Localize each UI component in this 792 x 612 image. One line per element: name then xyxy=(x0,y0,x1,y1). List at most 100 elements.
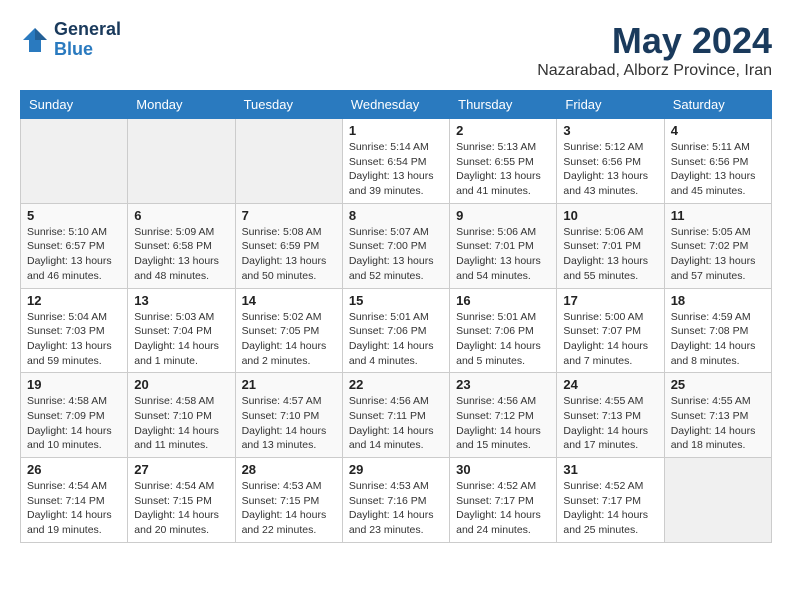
calendar-cell: 6Sunrise: 5:09 AM Sunset: 6:58 PM Daylig… xyxy=(128,203,235,288)
logo: General Blue xyxy=(20,20,121,60)
day-info: Sunrise: 5:02 AM Sunset: 7:05 PM Dayligh… xyxy=(242,310,336,369)
day-number: 23 xyxy=(456,377,550,392)
calendar-cell: 25Sunrise: 4:55 AM Sunset: 7:13 PM Dayli… xyxy=(664,373,771,458)
day-number: 14 xyxy=(242,293,336,308)
weekday-header-tuesday: Tuesday xyxy=(235,91,342,119)
day-info: Sunrise: 4:58 AM Sunset: 7:09 PM Dayligh… xyxy=(27,394,121,453)
title-block: May 2024 Nazarabad, Alborz Province, Ira… xyxy=(537,20,772,80)
weekday-header-saturday: Saturday xyxy=(664,91,771,119)
day-info: Sunrise: 5:06 AM Sunset: 7:01 PM Dayligh… xyxy=(456,225,550,284)
calendar-cell: 3 Sunrise: 5:12 AM Sunset: 6:56 PM Daylig… xyxy=(557,119,664,204)
day-number: 12 xyxy=(27,293,121,308)
weekday-header-row: SundayMondayTuesdayWednesdayThursdayFrid… xyxy=(21,91,772,119)
day-number: 11 xyxy=(671,208,765,223)
day-number: 22 xyxy=(349,377,443,392)
calendar-cell: 23 Sunrise: 4:56 AM Sunset: 7:12 PM Dayli… xyxy=(450,373,557,458)
day-info: Sunrise: 5:14 AM Sunset: 6:54 PM Dayligh… xyxy=(349,140,443,199)
calendar-cell: 21 Sunrise: 4:57 AM Sunset: 7:10 PM Dayli… xyxy=(235,373,342,458)
weekday-header-friday: Friday xyxy=(557,91,664,119)
day-number: 13 xyxy=(134,293,228,308)
calendar-week-3: 12 Sunrise: 5:04 AM Sunset: 7:03 PM Dayli… xyxy=(21,288,772,373)
calendar-week-1: 1 Sunrise: 5:14 AM Sunset: 6:54 PM Daylig… xyxy=(21,119,772,204)
day-number: 18 xyxy=(671,293,765,308)
day-info: Sunrise: 4:56 AM Sunset: 7:12 PM Dayligh… xyxy=(456,394,550,453)
day-info: Sunrise: 5:03 AM Sunset: 7:04 PM Dayligh… xyxy=(134,310,228,369)
calendar-cell: 24Sunrise: 4:55 AM Sunset: 7:13 PM Dayli… xyxy=(557,373,664,458)
day-number: 17 xyxy=(563,293,657,308)
calendar-cell: 14 Sunrise: 5:02 AM Sunset: 7:05 PM Dayli… xyxy=(235,288,342,373)
day-number: 3 xyxy=(563,123,657,138)
calendar-cell xyxy=(235,119,342,204)
day-number: 26 xyxy=(27,462,121,477)
day-info: Sunrise: 4:59 AM Sunset: 7:08 PM Dayligh… xyxy=(671,310,765,369)
day-number: 19 xyxy=(27,377,121,392)
calendar-cell: 9 Sunrise: 5:06 AM Sunset: 7:01 PM Daylig… xyxy=(450,203,557,288)
day-number: 21 xyxy=(242,377,336,392)
day-info: Sunrise: 4:58 AM Sunset: 7:10 PM Dayligh… xyxy=(134,394,228,453)
day-number: 31 xyxy=(563,462,657,477)
calendar-cell: 4 Sunrise: 5:11 AM Sunset: 6:56 PM Daylig… xyxy=(664,119,771,204)
calendar-cell: 27 Sunrise: 4:54 AM Sunset: 7:15 PM Dayli… xyxy=(128,458,235,543)
day-number: 29 xyxy=(349,462,443,477)
day-info: Sunrise: 4:52 AM Sunset: 7:17 PM Dayligh… xyxy=(563,479,657,538)
weekday-header-wednesday: Wednesday xyxy=(342,91,449,119)
calendar-cell xyxy=(128,119,235,204)
day-info: Sunrise: 4:53 AM Sunset: 7:16 PM Dayligh… xyxy=(349,479,443,538)
day-number: 2 xyxy=(456,123,550,138)
day-info: Sunrise: 5:05 AM Sunset: 7:02 PM Dayligh… xyxy=(671,225,765,284)
day-info: Sunrise: 4:55 AM Sunset: 7:13 PM Dayligh… xyxy=(563,394,657,453)
page-header: General Blue May 2024 Nazarabad, Alborz … xyxy=(20,20,772,80)
calendar-cell: 28Sunrise: 4:53 AM Sunset: 7:15 PM Dayli… xyxy=(235,458,342,543)
day-number: 1 xyxy=(349,123,443,138)
calendar-cell: 12 Sunrise: 5:04 AM Sunset: 7:03 PM Dayli… xyxy=(21,288,128,373)
day-number: 30 xyxy=(456,462,550,477)
day-info: Sunrise: 5:06 AM Sunset: 7:01 PM Dayligh… xyxy=(563,225,657,284)
calendar-cell: 16 Sunrise: 5:01 AM Sunset: 7:06 PM Dayli… xyxy=(450,288,557,373)
day-number: 8 xyxy=(349,208,443,223)
day-number: 4 xyxy=(671,123,765,138)
day-info: Sunrise: 5:12 AM Sunset: 6:56 PM Dayligh… xyxy=(563,140,657,199)
calendar-cell xyxy=(664,458,771,543)
day-number: 15 xyxy=(349,293,443,308)
day-info: Sunrise: 4:56 AM Sunset: 7:11 PM Dayligh… xyxy=(349,394,443,453)
day-info: Sunrise: 4:55 AM Sunset: 7:13 PM Dayligh… xyxy=(671,394,765,453)
day-info: Sunrise: 4:54 AM Sunset: 7:15 PM Dayligh… xyxy=(134,479,228,538)
day-number: 28 xyxy=(242,462,336,477)
calendar-cell: 2Sunrise: 5:13 AM Sunset: 6:55 PM Daylig… xyxy=(450,119,557,204)
day-number: 5 xyxy=(27,208,121,223)
calendar-cell: 20 Sunrise: 4:58 AM Sunset: 7:10 PM Dayli… xyxy=(128,373,235,458)
day-info: Sunrise: 5:01 AM Sunset: 7:06 PM Dayligh… xyxy=(456,310,550,369)
calendar-cell: 1 Sunrise: 5:14 AM Sunset: 6:54 PM Daylig… xyxy=(342,119,449,204)
day-info: Sunrise: 4:57 AM Sunset: 7:10 PM Dayligh… xyxy=(242,394,336,453)
day-info: Sunrise: 5:01 AM Sunset: 7:06 PM Dayligh… xyxy=(349,310,443,369)
calendar-cell xyxy=(21,119,128,204)
calendar-cell: 15 Sunrise: 5:01 AM Sunset: 7:06 PM Dayli… xyxy=(342,288,449,373)
day-number: 7 xyxy=(242,208,336,223)
day-info: Sunrise: 5:04 AM Sunset: 7:03 PM Dayligh… xyxy=(27,310,121,369)
calendar-cell: 29 Sunrise: 4:53 AM Sunset: 7:16 PM Dayli… xyxy=(342,458,449,543)
day-number: 9 xyxy=(456,208,550,223)
calendar-cell: 19 Sunrise: 4:58 AM Sunset: 7:09 PM Dayli… xyxy=(21,373,128,458)
day-info: Sunrise: 5:07 AM Sunset: 7:00 PM Dayligh… xyxy=(349,225,443,284)
logo-text: General Blue xyxy=(54,20,121,60)
calendar-cell: 10Sunrise: 5:06 AM Sunset: 7:01 PM Dayli… xyxy=(557,203,664,288)
calendar-cell: 13 Sunrise: 5:03 AM Sunset: 7:04 PM Dayli… xyxy=(128,288,235,373)
location-title: Nazarabad, Alborz Province, Iran xyxy=(537,62,772,80)
calendar-cell: 17Sunrise: 5:00 AM Sunset: 7:07 PM Dayli… xyxy=(557,288,664,373)
day-info: Sunrise: 5:08 AM Sunset: 6:59 PM Dayligh… xyxy=(242,225,336,284)
day-number: 27 xyxy=(134,462,228,477)
calendar-week-2: 5 Sunrise: 5:10 AM Sunset: 6:57 PM Daylig… xyxy=(21,203,772,288)
calendar-cell: 11 Sunrise: 5:05 AM Sunset: 7:02 PM Dayli… xyxy=(664,203,771,288)
calendar-cell: 8 Sunrise: 5:07 AM Sunset: 7:00 PM Daylig… xyxy=(342,203,449,288)
day-info: Sunrise: 5:10 AM Sunset: 6:57 PM Dayligh… xyxy=(27,225,121,284)
day-number: 16 xyxy=(456,293,550,308)
calendar-cell: 18 Sunrise: 4:59 AM Sunset: 7:08 PM Dayli… xyxy=(664,288,771,373)
weekday-header-monday: Monday xyxy=(128,91,235,119)
calendar-cell: 26Sunrise: 4:54 AM Sunset: 7:14 PM Dayli… xyxy=(21,458,128,543)
calendar-cell: 31 Sunrise: 4:52 AM Sunset: 7:17 PM Dayli… xyxy=(557,458,664,543)
calendar-week-5: 26Sunrise: 4:54 AM Sunset: 7:14 PM Dayli… xyxy=(21,458,772,543)
day-number: 20 xyxy=(134,377,228,392)
day-info: Sunrise: 5:11 AM Sunset: 6:56 PM Dayligh… xyxy=(671,140,765,199)
calendar-cell: 7 Sunrise: 5:08 AM Sunset: 6:59 PM Daylig… xyxy=(235,203,342,288)
day-number: 6 xyxy=(134,208,228,223)
